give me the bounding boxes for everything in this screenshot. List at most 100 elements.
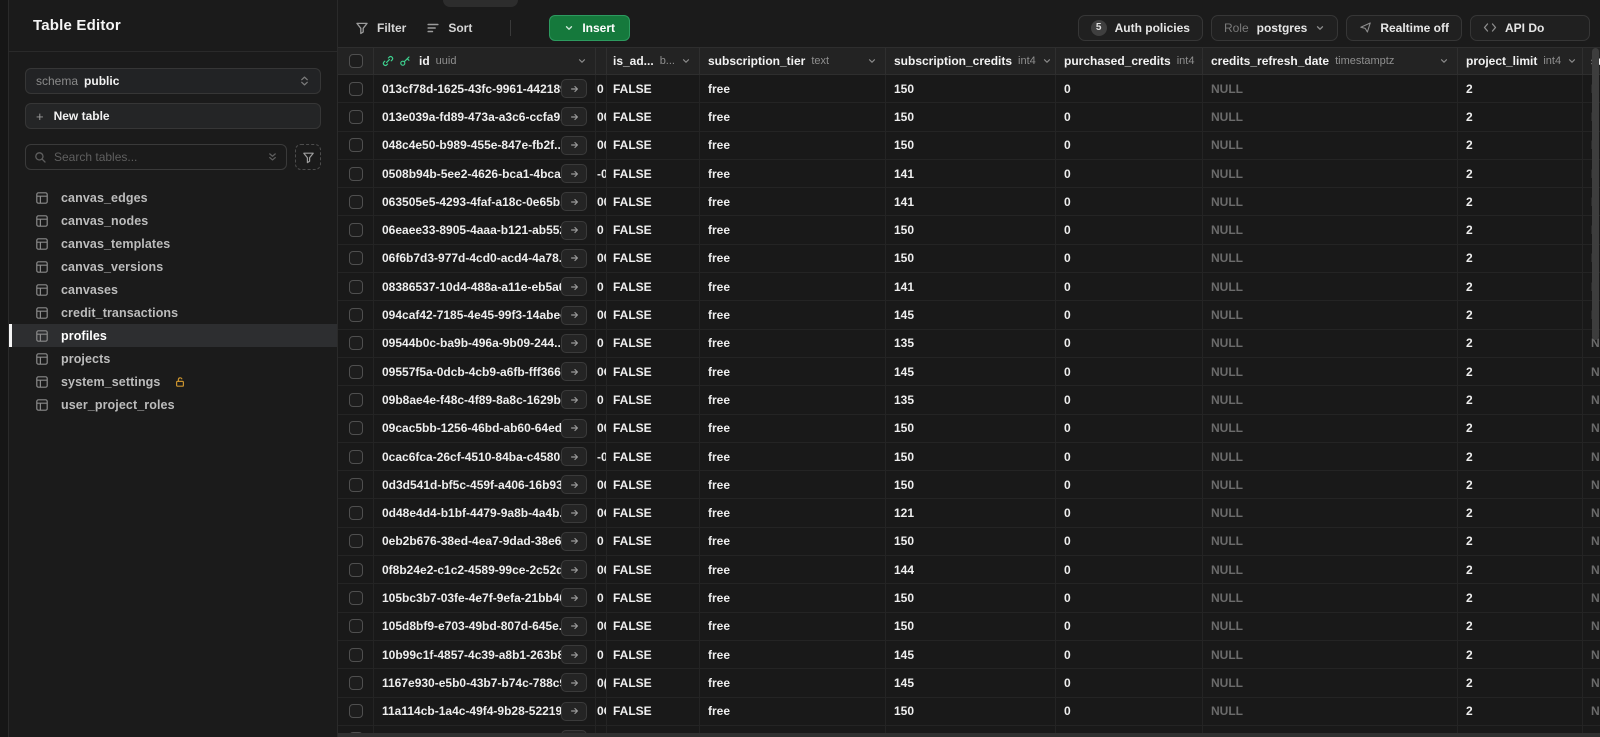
chevron-down-icon[interactable] — [1439, 56, 1449, 66]
sidebar-table-item[interactable]: canvas_versions — [9, 255, 337, 278]
cell-purchased-credits[interactable]: 0 — [1056, 329, 1203, 357]
cell-is-admin[interactable]: FALSE — [607, 329, 700, 357]
expand-row-button[interactable] — [561, 107, 587, 127]
cell-is-admin[interactable]: FALSE — [607, 103, 700, 131]
sidebar-filter-button[interactable] — [295, 144, 321, 170]
cell-subscription-tier[interactable]: free — [700, 159, 886, 188]
cell-subscription-credits[interactable]: 150 — [886, 131, 1056, 159]
cell-subscription-credits[interactable]: 150 — [886, 442, 1056, 471]
cell-clipped[interactable]: 0( — [596, 669, 607, 697]
cell-subscription-tier[interactable]: free — [700, 697, 886, 725]
cell-subscription-credits[interactable]: 150 — [886, 414, 1056, 442]
expand-row-button[interactable] — [561, 220, 587, 240]
cell-clipped[interactable]: 00 — [596, 471, 607, 499]
new-table-button[interactable]: + New table — [25, 103, 321, 129]
row-checkbox[interactable] — [348, 223, 363, 238]
chevron-down-icon[interactable] — [867, 56, 877, 66]
cell-id[interactable]: 09b8ae4e-f48c-4f89-8a8c-1629b... — [374, 386, 596, 414]
cell-project-limit[interactable]: 2 — [1458, 216, 1583, 244]
cell-is-admin[interactable]: FALSE — [607, 669, 700, 697]
cell-is-admin[interactable]: FALSE — [607, 131, 700, 159]
cell-subscription-tier[interactable]: free — [700, 640, 886, 669]
cell-id[interactable]: 0cac6fca-26cf-4510-84ba-c4580... — [374, 442, 596, 471]
cell-is-admin[interactable]: FALSE — [607, 357, 700, 386]
cell-id[interactable]: 09544b0c-ba9b-496a-9b09-244... — [374, 329, 596, 357]
cell-project-limit[interactable]: 2 — [1458, 329, 1583, 357]
chevron-down-icon[interactable] — [577, 56, 587, 66]
cell-id[interactable]: 06eaee33-8905-4aaa-b121-ab552... — [374, 216, 596, 244]
cell-is-admin[interactable]: FALSE — [607, 386, 700, 414]
cell-clipped[interactable]: 0 — [596, 527, 607, 556]
cell-subscription-credits[interactable]: 150 — [886, 244, 1056, 273]
expand-row-button[interactable] — [561, 79, 587, 99]
row-checkbox[interactable] — [348, 421, 363, 436]
expand-row-button[interactable] — [561, 560, 587, 580]
expand-row-button[interactable] — [561, 645, 587, 665]
cell-id[interactable]: 09cac5bb-1256-46bd-ab60-64ed... — [374, 414, 596, 442]
cell-subscription-credits[interactable]: 135 — [886, 386, 1056, 414]
cell-clipped[interactable]: 0 — [596, 273, 607, 301]
sidebar-table-item[interactable]: user_project_roles — [9, 393, 337, 416]
chevron-down-icon[interactable] — [681, 56, 691, 66]
expand-row-button[interactable] — [561, 531, 587, 551]
cell-id[interactable]: 10b99c1f-4857-4c39-a8b1-263b8... — [374, 640, 596, 669]
cell-project-limit[interactable]: 2 — [1458, 697, 1583, 725]
cell-truncated[interactable]: NULL — [1583, 528, 1600, 555]
cell-credits-refresh-date[interactable]: NULL — [1203, 75, 1458, 103]
cell-project-limit[interactable]: 2 — [1458, 471, 1583, 499]
cell-subscription-credits[interactable]: 121 — [886, 499, 1056, 527]
sidebar-table-item[interactable]: canvas_nodes — [9, 209, 337, 232]
cell-purchased-credits[interactable]: 0 — [1056, 357, 1203, 386]
cell-is-admin[interactable]: FALSE — [607, 442, 700, 471]
sidebar-table-item[interactable]: canvases — [9, 278, 337, 301]
sidebar-table-item[interactable]: canvas_templates — [9, 232, 337, 255]
cell-project-limit[interactable]: 2 — [1458, 669, 1583, 697]
cell-project-limit[interactable]: 2 — [1458, 131, 1583, 159]
cell-is-admin[interactable]: FALSE — [607, 159, 700, 188]
cell-subscription-credits[interactable]: 150 — [886, 216, 1056, 244]
cell-clipped[interactable]: 0 — [596, 640, 607, 669]
cell-is-admin[interactable]: FALSE — [607, 612, 700, 640]
cell-truncated[interactable]: NULL — [1583, 556, 1600, 583]
cell-id[interactable]: 105d8bf9-e703-49bd-807d-645e... — [374, 612, 596, 640]
cell-credits-refresh-date[interactable]: NULL — [1203, 640, 1458, 669]
cell-truncated[interactable]: NULL — [1583, 698, 1600, 725]
cell-credits-refresh-date[interactable]: NULL — [1203, 527, 1458, 556]
cell-subscription-credits[interactable]: 150 — [886, 527, 1056, 556]
row-checkbox[interactable] — [348, 336, 363, 351]
cell-clipped[interactable]: 00 — [596, 103, 607, 131]
cell-purchased-credits[interactable]: 0 — [1056, 669, 1203, 697]
cell-clipped[interactable]: 0 — [596, 386, 607, 414]
cell-project-limit[interactable]: 2 — [1458, 357, 1583, 386]
cell-project-limit[interactable]: 2 — [1458, 386, 1583, 414]
expand-row-button[interactable] — [561, 135, 587, 155]
cell-credits-refresh-date[interactable]: NULL — [1203, 329, 1458, 357]
cell-project-limit[interactable]: 2 — [1458, 159, 1583, 188]
cell-subscription-tier[interactable]: free — [700, 471, 886, 499]
row-checkbox[interactable] — [348, 194, 363, 209]
cell-credits-refresh-date[interactable]: NULL — [1203, 414, 1458, 442]
expand-row-button[interactable] — [561, 418, 587, 438]
cell-is-admin[interactable]: FALSE — [607, 188, 700, 216]
expand-row-button[interactable] — [561, 390, 587, 410]
cell-project-limit[interactable]: 2 — [1458, 273, 1583, 301]
sidebar-table-item[interactable]: credit_transactions — [9, 301, 337, 324]
cell-id[interactable]: 11a114cb-1a4c-49f4-9b28-52219ec... — [374, 697, 596, 725]
cell-purchased-credits[interactable]: 0 — [1056, 159, 1203, 188]
cell-subscription-credits[interactable]: 135 — [886, 329, 1056, 357]
expand-row-button[interactable] — [561, 503, 587, 523]
cell-is-admin[interactable]: FALSE — [607, 216, 700, 244]
cell-clipped[interactable]: 0C — [596, 499, 607, 527]
sidebar-table-item[interactable]: projects — [9, 347, 337, 370]
schema-selector[interactable]: schema public — [25, 68, 321, 94]
cell-id[interactable]: 08386537-10d4-488a-a11e-eb5a6... — [374, 273, 596, 301]
cell-subscription-credits[interactable]: 150 — [886, 103, 1056, 131]
cell-id[interactable]: 0508b94b-5ee2-4626-bca1-4bca... — [374, 159, 596, 188]
row-checkbox[interactable] — [348, 392, 363, 407]
cell-subscription-credits[interactable]: 150 — [886, 75, 1056, 103]
cell-is-admin[interactable]: FALSE — [607, 414, 700, 442]
cell-subscription-credits[interactable]: 141 — [886, 188, 1056, 216]
expand-row-button[interactable] — [561, 616, 587, 636]
cell-subscription-tier[interactable]: free — [700, 386, 886, 414]
cell-subscription-credits[interactable]: 150 — [886, 584, 1056, 612]
